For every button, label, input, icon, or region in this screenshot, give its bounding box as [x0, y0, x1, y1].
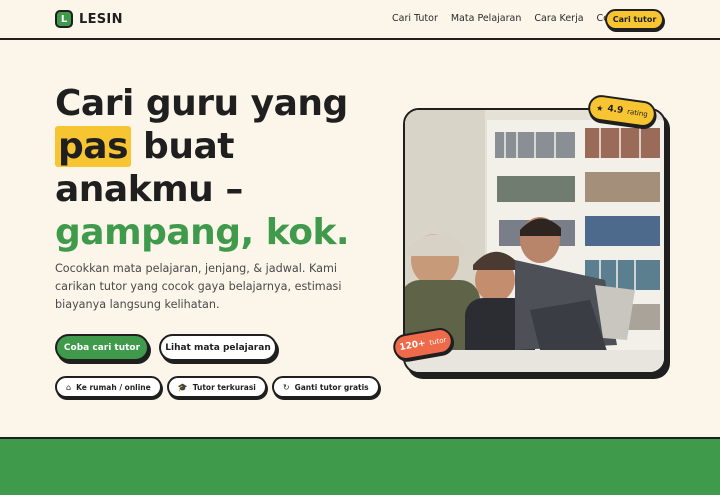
headline-line-1: Cari guru yang: [55, 83, 348, 124]
coba-cari-tutor-button[interactable]: Coba cari tutor: [55, 334, 149, 361]
tutor-count-label: tutor: [428, 335, 448, 347]
home-icon: ⌂: [66, 382, 72, 392]
chip-label: Ke rumah / online: [76, 382, 151, 392]
lihat-mata-pelajaran-button[interactable]: Lihat mata pelajaran: [159, 334, 277, 361]
hero-headline: Cari guru yang pas buat anakmu – gampang…: [55, 82, 375, 254]
chip-ganti-tutor-gratis: ↻ Ganti tutor gratis: [271, 376, 380, 398]
bottom-section-band: [0, 437, 720, 495]
logo-icon: L: [55, 10, 73, 28]
nav-link-cari-tutor[interactable]: Cari Tutor: [392, 13, 438, 24]
rating-value: 4.9: [606, 103, 624, 117]
tutor-count-value: 120+: [398, 338, 427, 354]
headline-green: gampang, kok.: [55, 212, 350, 253]
chip-label: Ganti tutor gratis: [294, 382, 369, 392]
hero-subtext: Cocokkan mata pelajaran, jenjang, & jadw…: [55, 262, 342, 311]
feature-chips: ⌂ Ke rumah / online 🎓 Tutor terkurasi ↻ …: [55, 376, 380, 398]
rating-label: rating: [626, 107, 649, 119]
brand-logo[interactable]: L LESIN: [55, 10, 123, 28]
brand-name: LESIN: [79, 11, 123, 27]
chip-ke-rumah-online: ⌂ Ke rumah / online: [55, 376, 162, 398]
star-icon: ★: [595, 102, 605, 113]
nav-link-mata-pelajaran[interactable]: Mata Pelajaran: [451, 13, 522, 24]
headline-highlight: pas: [55, 126, 131, 167]
nav-links: Cari Tutor Mata Pelajaran Cara Kerja Cer…: [392, 13, 625, 24]
graduation-cap-icon: 🎓: [177, 382, 188, 392]
chip-label: Tutor terkurasi: [192, 382, 256, 392]
chip-tutor-terkurasi: 🎓 Tutor terkurasi: [166, 376, 267, 398]
nav-link-cara-kerja[interactable]: Cara Kerja: [534, 13, 583, 24]
refresh-icon: ↻: [282, 382, 290, 392]
top-navbar: L LESIN Cari Tutor Mata Pelajaran Cara K…: [0, 0, 720, 40]
nav-cari-tutor-button[interactable]: Cari tutor: [605, 9, 664, 30]
